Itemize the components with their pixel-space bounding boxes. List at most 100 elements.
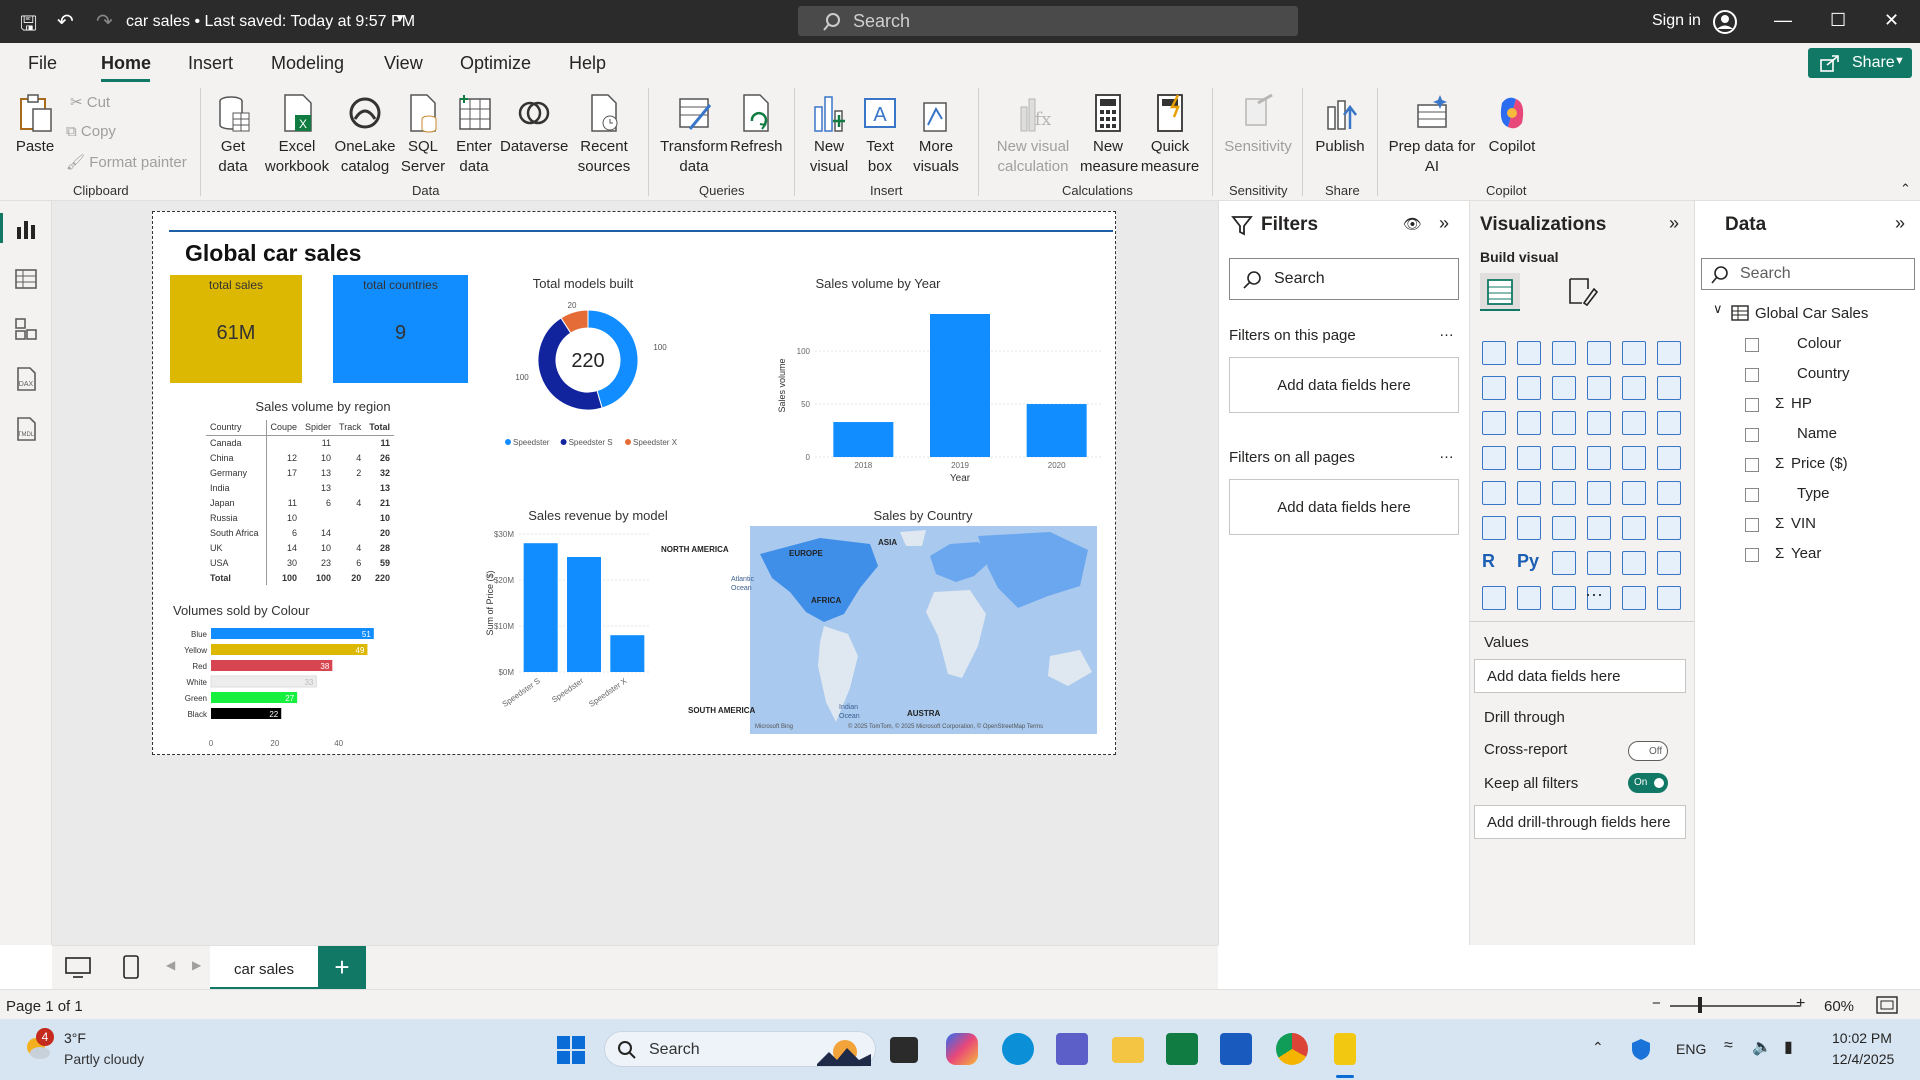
visual-type-icon[interactable]	[1552, 341, 1576, 365]
visual-type-icon[interactable]	[1587, 481, 1611, 505]
matrix-header[interactable]: Track	[335, 420, 366, 436]
refresh-button[interactable]: Refresh	[730, 93, 783, 157]
visual-type-icon[interactable]	[1657, 411, 1681, 435]
zoom-slider[interactable]	[1670, 1005, 1800, 1007]
collapse-filters-icon[interactable]: »	[1439, 213, 1449, 234]
publish-button[interactable]: Publish	[1308, 93, 1372, 157]
zoom-in-icon[interactable]: +	[1796, 995, 1805, 1013]
field-checkbox[interactable]	[1745, 518, 1759, 532]
filters-this-page-well[interactable]: Add data fields here	[1229, 357, 1459, 413]
filters-all-pages-well[interactable]: Add data fields here	[1229, 479, 1459, 535]
menu-file[interactable]: File	[28, 53, 57, 74]
format-visual-icon[interactable]	[1566, 275, 1598, 307]
sales-volume-matrix[interactable]: Country Coupe Spider Track Total Canada 11 11 Ch…	[206, 420, 395, 585]
chrome-icon[interactable]	[1276, 1033, 1308, 1065]
visual-type-icon[interactable]	[1657, 481, 1681, 505]
visual-type-icon[interactable]	[1552, 551, 1576, 575]
prep-data-for-ai-button[interactable]: Prep data for AI	[1384, 93, 1480, 177]
values-well[interactable]: Add data fields here	[1474, 659, 1686, 693]
menu-insert[interactable]: Insert	[188, 53, 233, 74]
field-vin[interactable]: VIN	[1791, 515, 1816, 532]
task-view-icon[interactable]	[890, 1037, 918, 1063]
dataverse-button[interactable]: Dataverse	[500, 93, 568, 157]
text-box-button[interactable]: A Text box	[856, 93, 904, 177]
visual-type-icon[interactable]	[1657, 376, 1681, 400]
table-view-icon[interactable]	[12, 265, 40, 293]
sensitivity-button[interactable]: Sensitivity	[1218, 93, 1298, 157]
wifi-icon[interactable]: ≈	[1724, 1037, 1733, 1055]
clock-time[interactable]: 10:02 PM	[1832, 1030, 1892, 1046]
redo-icon[interactable]: ↷	[96, 9, 113, 34]
visual-type-icon[interactable]	[1657, 516, 1681, 540]
visual-type-icon[interactable]	[1482, 376, 1506, 400]
visual-type-icon[interactable]	[1517, 376, 1541, 400]
sales-volume-by-year-chart[interactable]: 0 50 100 2018 2019 2020 Year Sales volume	[773, 288, 1103, 494]
visual-type-icon[interactable]	[1622, 586, 1646, 610]
visual-type-icon[interactable]	[1517, 341, 1541, 365]
visual-type-icon[interactable]	[1552, 446, 1576, 470]
visual-type-icon[interactable]	[1552, 481, 1576, 505]
field-hp[interactable]: HP	[1791, 395, 1812, 412]
menu-view[interactable]: View	[384, 53, 423, 74]
chevron-down-icon[interactable]: ▼	[394, 11, 406, 25]
field-checkbox[interactable]	[1745, 338, 1759, 352]
windows-start-icon[interactable]	[556, 1035, 586, 1065]
save-icon[interactable]: 🖫	[20, 9, 37, 43]
report-view-icon[interactable]	[12, 215, 40, 243]
more-options-icon[interactable]: …	[1439, 445, 1454, 462]
visual-type-icon[interactable]	[1517, 411, 1541, 435]
visual-type-icon[interactable]	[1622, 341, 1646, 365]
fit-to-page-icon[interactable]	[1876, 996, 1898, 1014]
visual-type-icon[interactable]	[1482, 481, 1506, 505]
volumes-by-colour-chart[interactable]: Blue 51 Yellow 49 Red 38 White 33 Green 27 Black 22…	[163, 622, 403, 752]
next-page-icon[interactable]: ▶	[192, 958, 201, 972]
visual-type-icon[interactable]	[1552, 411, 1576, 435]
sales-revenue-by-model-chart[interactable]: $0M $10M $20M $30M Speedster S Speedster Speed…	[483, 524, 693, 754]
weather-condition[interactable]: Partly cloudy	[64, 1051, 144, 1067]
power-bi-icon[interactable]	[1334, 1033, 1356, 1065]
enter-data-button[interactable]: Enter data	[450, 93, 498, 177]
clock-date[interactable]: 12/4/2025	[1832, 1051, 1894, 1067]
maximize-icon[interactable]: ☐	[1830, 10, 1846, 31]
new-visual-button[interactable]: New visual	[804, 93, 854, 177]
cross-report-toggle[interactable]: Off	[1628, 741, 1668, 761]
field-year[interactable]: Year	[1791, 545, 1821, 562]
file-explorer-icon[interactable]	[1112, 1037, 1144, 1063]
search-input[interactable]: Search	[798, 6, 1298, 36]
chevron-down-icon[interactable]: ∨	[1713, 301, 1723, 317]
visual-type-icon[interactable]	[1622, 551, 1646, 575]
field-country[interactable]: Country	[1797, 365, 1850, 382]
zoom-slider-thumb[interactable]	[1698, 997, 1702, 1013]
matrix-row[interactable]: Russia 10 10	[206, 510, 394, 525]
report-page[interactable]: Global car sales total sales 61M total c…	[152, 211, 1116, 755]
account-icon[interactable]	[1712, 9, 1738, 35]
recent-sources-button[interactable]: Recent sources	[570, 93, 638, 177]
sign-in-link[interactable]: Sign in	[1652, 12, 1701, 30]
visual-type-icon[interactable]: Py	[1517, 551, 1541, 575]
more-options-icon[interactable]: …	[1439, 323, 1454, 340]
matrix-row[interactable]: China 12 10 4 26	[206, 450, 394, 465]
matrix-row[interactable]: Canada 11 11	[206, 435, 394, 450]
matrix-row[interactable]: USA 30 23 6 59	[206, 555, 394, 570]
menu-modeling[interactable]: Modeling	[271, 53, 344, 74]
visual-type-icon[interactable]	[1552, 376, 1576, 400]
visual-type-icon[interactable]	[1552, 516, 1576, 540]
quick-measure-button[interactable]: Quick measure	[1140, 93, 1200, 177]
field-checkbox[interactable]	[1745, 398, 1759, 412]
word-icon[interactable]	[1220, 1033, 1252, 1065]
more-visuals-button[interactable]: More visuals	[906, 93, 966, 177]
get-data-button[interactable]: Get data	[208, 93, 258, 177]
total-models-donut-chart[interactable]: 220 100 100 20 Speedster Speedster S Speedster…	[503, 292, 693, 454]
visual-type-icon[interactable]	[1482, 341, 1506, 365]
matrix-row[interactable]: Germany 17 13 2 32	[206, 465, 394, 480]
copilot-button[interactable]: Copilot	[1480, 93, 1544, 157]
cut-button[interactable]: ✂ Cut	[70, 93, 110, 111]
add-page-button[interactable]: +	[318, 946, 366, 990]
share-button[interactable]: Share ▼	[1808, 48, 1912, 78]
mobile-layout-icon[interactable]	[122, 954, 140, 980]
visual-type-icon[interactable]	[1622, 376, 1646, 400]
model-view-icon[interactable]	[12, 315, 40, 343]
weather-temperature[interactable]: 3°F	[64, 1030, 86, 1046]
drill-through-well[interactable]: Add drill-through fields here	[1474, 805, 1686, 839]
matrix-row[interactable]: South Africa 6 14 20	[206, 525, 394, 540]
